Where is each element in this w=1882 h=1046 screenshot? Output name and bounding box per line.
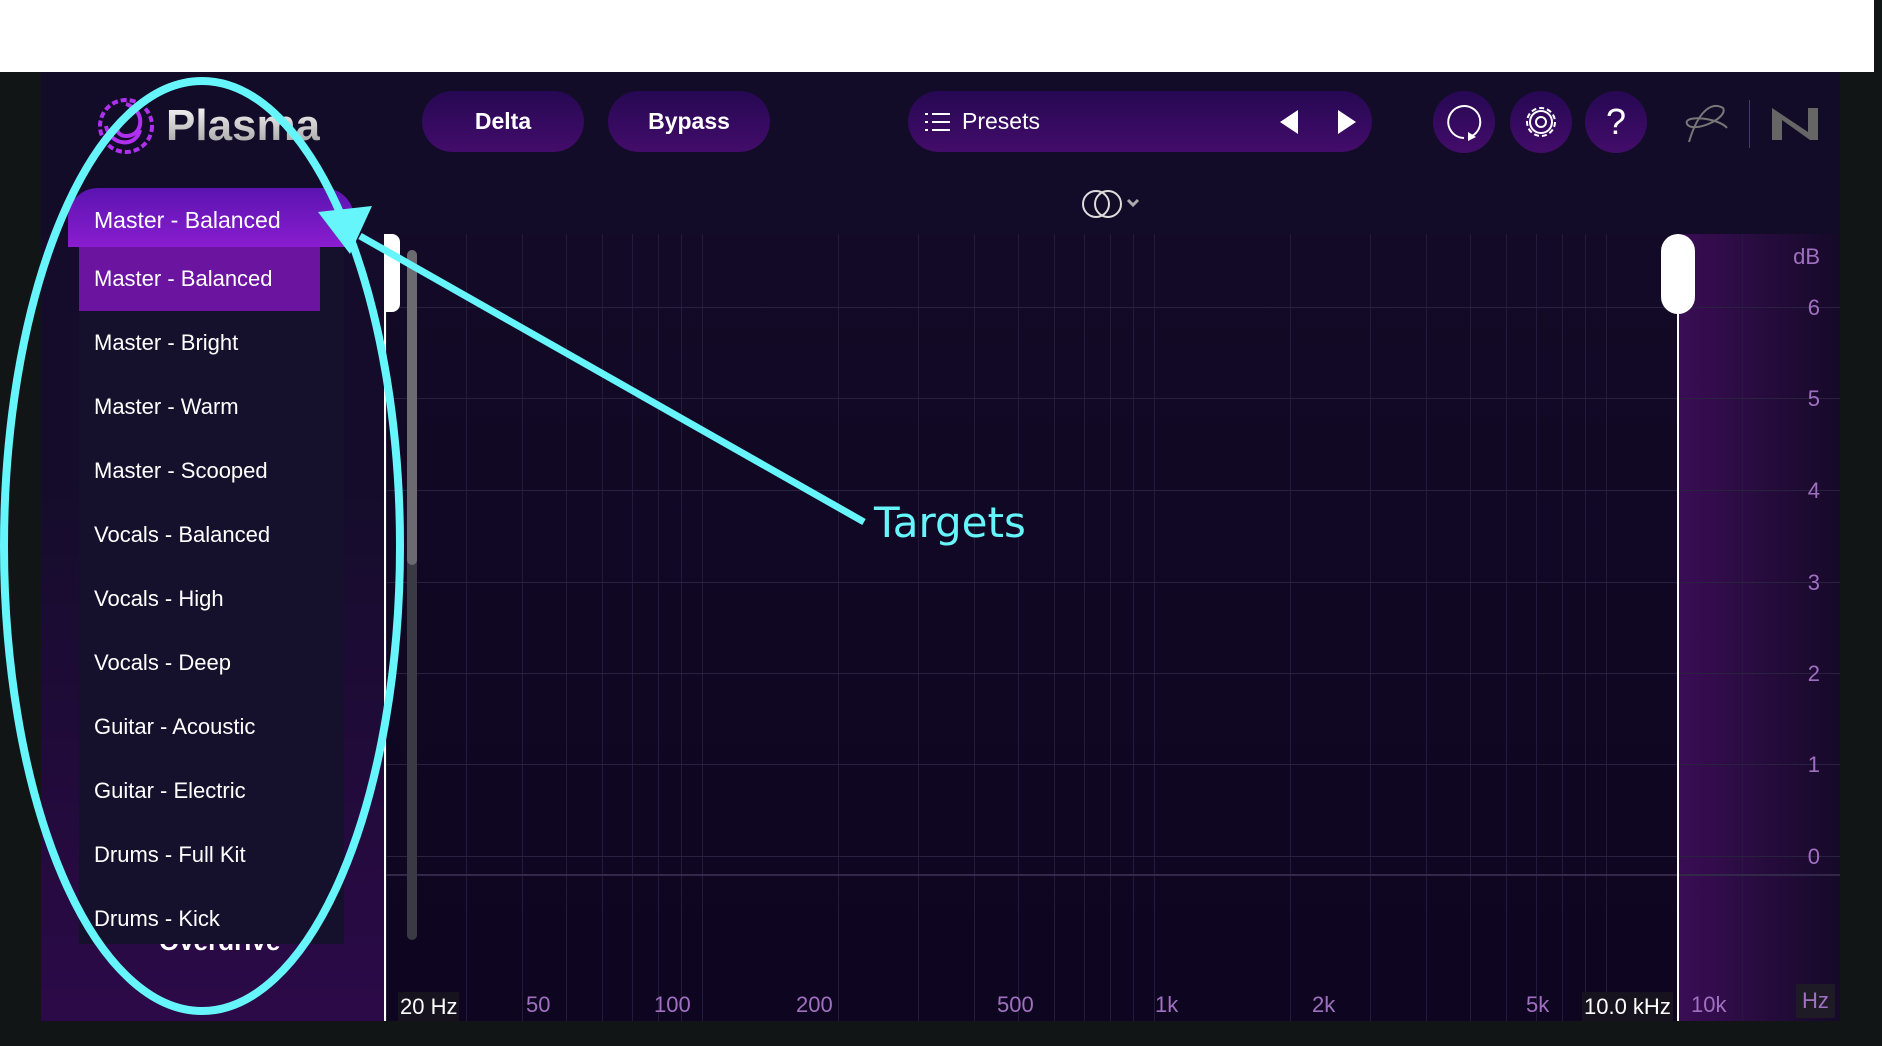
annotation-label: Targets: [874, 498, 1026, 547]
annotation-arrow: [358, 232, 866, 526]
annotation-arrowhead: [318, 206, 372, 254]
